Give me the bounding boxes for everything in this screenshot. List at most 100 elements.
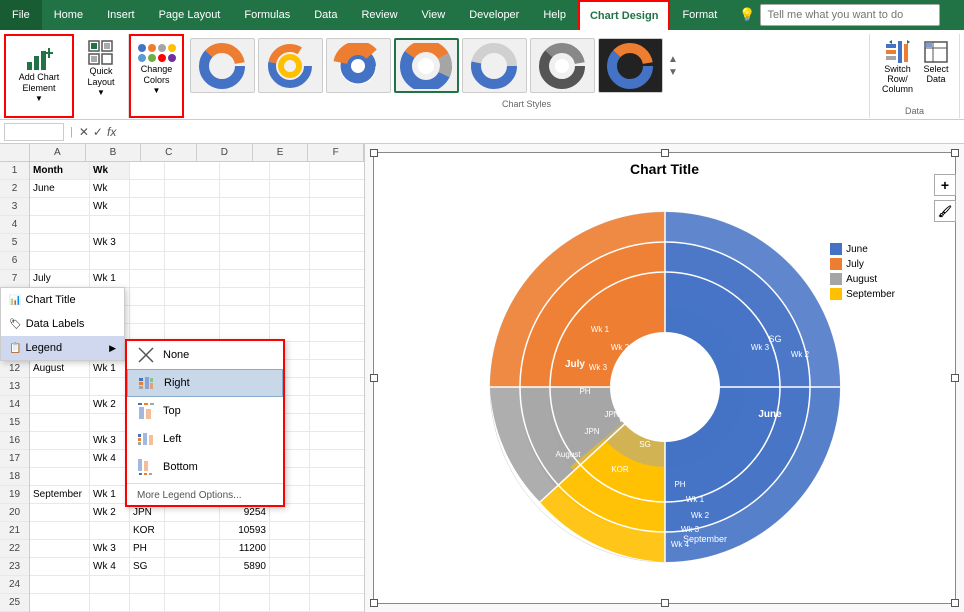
tab-home[interactable]: Home (42, 0, 95, 30)
handle-ml[interactable] (370, 374, 378, 382)
tab-developer[interactable]: Developer (457, 0, 531, 30)
cell-3c[interactable] (130, 198, 165, 215)
tab-format[interactable]: Format (670, 0, 729, 30)
col-B[interactable]: B (86, 144, 142, 161)
chart-style-6[interactable] (530, 38, 595, 93)
cell-4c[interactable] (130, 216, 165, 233)
col-F[interactable]: F (308, 144, 364, 161)
cell-7b[interactable]: Wk 1 (90, 270, 130, 287)
cell-6d[interactable] (165, 252, 220, 269)
cell-5e[interactable] (220, 234, 270, 251)
cell-5a[interactable] (30, 234, 90, 251)
cell-7c[interactable] (130, 270, 165, 287)
cell-5f[interactable] (270, 234, 310, 251)
change-colors-button[interactable]: Change Colors ▼ (134, 40, 180, 99)
quick-layout-button[interactable]: Quick Layout ▼ (79, 38, 123, 99)
color-circles-2 (138, 54, 176, 62)
cell-7e[interactable] (220, 270, 270, 287)
tab-help[interactable]: Help (531, 0, 578, 30)
cell-2b[interactable]: Wk (90, 180, 130, 197)
tell-me-input[interactable] (760, 4, 940, 26)
cell-6c[interactable] (130, 252, 165, 269)
cell-2f[interactable] (270, 180, 310, 197)
cell-7f[interactable] (270, 270, 310, 287)
cell-5d[interactable] (165, 234, 220, 251)
handle-br[interactable] (951, 599, 959, 607)
tab-formulas[interactable]: Formulas (232, 0, 302, 30)
cell-1d[interactable] (165, 162, 220, 179)
tab-view[interactable]: View (410, 0, 458, 30)
legend-right-item[interactable]: Right (127, 369, 283, 397)
handle-tr[interactable] (951, 149, 959, 157)
add-element-chart-button[interactable]: + (934, 174, 956, 196)
chart-style-2[interactable] (258, 38, 323, 93)
more-legend-options-item[interactable]: More Legend Options... (127, 486, 283, 505)
cell-2d[interactable] (165, 180, 220, 197)
insert-function-icon[interactable]: fx (107, 125, 116, 139)
chart-container[interactable]: Chart Title (373, 152, 956, 604)
cell-3a[interactable] (30, 198, 90, 215)
chart-style-paint-button[interactable]: 🖌 (934, 200, 956, 222)
chart-style-3[interactable] (326, 38, 391, 93)
cell-1f[interactable] (270, 162, 310, 179)
tab-data[interactable]: Data (302, 0, 349, 30)
add-chart-element-button[interactable]: Add Chart Element ▼ (12, 40, 66, 107)
cell-3d[interactable] (165, 198, 220, 215)
cell-7a[interactable]: July (30, 270, 90, 287)
formula-input[interactable] (120, 126, 960, 138)
handle-bl[interactable] (370, 599, 378, 607)
cell-3e[interactable] (220, 198, 270, 215)
confirm-formula-icon[interactable]: ✓ (93, 125, 103, 139)
tab-insert[interactable]: Insert (95, 0, 147, 30)
handle-tm[interactable] (661, 149, 669, 157)
cell-2c[interactable] (130, 180, 165, 197)
cell-3b[interactable]: Wk (90, 198, 130, 215)
legend-bottom-item[interactable]: Bottom (127, 453, 283, 481)
cell-5c[interactable] (130, 234, 165, 251)
chart-style-1[interactable] (190, 38, 255, 93)
cell-4e[interactable] (220, 216, 270, 233)
cell-6f[interactable] (270, 252, 310, 269)
name-box[interactable] (4, 123, 64, 141)
legend-none-item[interactable]: None (127, 341, 283, 369)
legend-left-item[interactable]: Left (127, 425, 283, 453)
handle-mr[interactable] (951, 374, 959, 382)
cell-4b[interactable] (90, 216, 130, 233)
tab-chartdesign[interactable]: Chart Design (578, 0, 670, 30)
add-element-data-labels-item[interactable]: 🏷 Data Labels (1, 312, 124, 336)
col-C[interactable]: C (141, 144, 197, 161)
col-D[interactable]: D (197, 144, 253, 161)
chart-style-4[interactable] (394, 38, 459, 93)
cell-4f[interactable] (270, 216, 310, 233)
add-element-chart-title-item[interactable]: 📊 Chart Title (1, 288, 124, 312)
chart-style-7[interactable] (598, 38, 663, 93)
tab-review[interactable]: Review (349, 0, 409, 30)
handle-tl[interactable] (370, 149, 378, 157)
tab-file[interactable]: File (0, 0, 42, 30)
cell-6e[interactable] (220, 252, 270, 269)
cell-2e[interactable] (220, 180, 270, 197)
chart-styles-scroll[interactable]: ▲ ▼ (666, 52, 680, 80)
col-A[interactable]: A (30, 144, 86, 161)
cell-5b[interactable]: Wk 3 (90, 234, 130, 251)
cancel-formula-icon[interactable]: ✕ (79, 125, 89, 139)
cell-1b[interactable]: Wk (90, 162, 130, 179)
cell-7d[interactable] (165, 270, 220, 287)
cell-1e[interactable] (220, 162, 270, 179)
switch-row-col-button[interactable]: Switch Row/ Column Select Data (876, 38, 953, 96)
col-E[interactable]: E (253, 144, 309, 161)
tab-pagelayout[interactable]: Page Layout (147, 0, 233, 30)
cell-6a[interactable] (30, 252, 90, 269)
cell-1a[interactable]: Month (30, 162, 90, 179)
handle-bm[interactable] (661, 599, 669, 607)
chart-style-5[interactable] (462, 38, 527, 93)
cell-6b[interactable] (90, 252, 130, 269)
add-element-legend-item[interactable]: 📋 Legend ▶ (1, 336, 124, 360)
cell-4a[interactable] (30, 216, 90, 233)
cell-2a[interactable]: June (30, 180, 90, 197)
cell-3f[interactable] (270, 198, 310, 215)
cell-1c[interactable] (130, 162, 165, 179)
chart-title[interactable]: Chart Title (374, 161, 955, 177)
legend-top-item[interactable]: Top (127, 397, 283, 425)
cell-4d[interactable] (165, 216, 220, 233)
